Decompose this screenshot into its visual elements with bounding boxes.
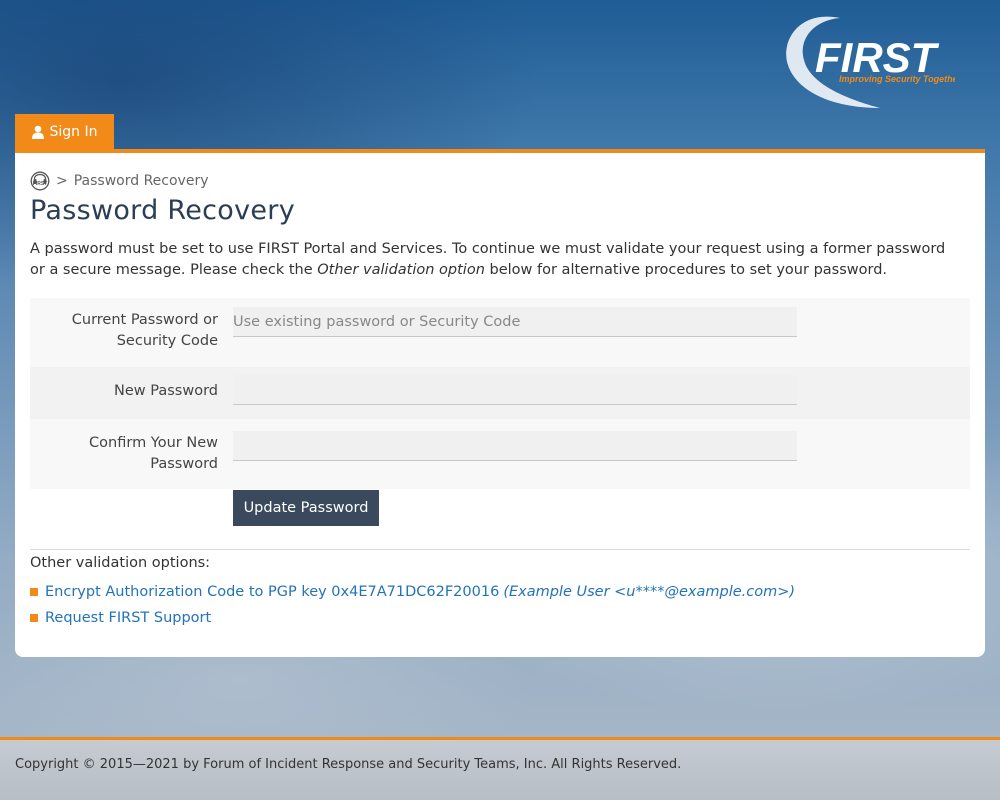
bullet-icon [30,614,38,622]
current-password-label: Current Password or Security Code [71,312,218,349]
breadcrumb: FIRST > Password Recovery [30,171,209,191]
breadcrumb-current: Password Recovery [73,173,209,189]
copyright-text: Copyright © 2015—2021 by Forum of Incide… [15,757,682,772]
intro-emphasis: Other validation option [317,262,485,278]
main-panel: FIRST > Password Recovery Password Recov… [15,153,985,657]
bullet-icon [30,588,38,596]
sign-in-label: Sign In [49,124,98,140]
intro-part2: below for alternative procedures to set … [484,262,888,278]
first-logo[interactable]: FIRST Improving Security Together [780,10,962,112]
page-title: Password Recovery [30,195,295,226]
home-icon[interactable]: FIRST [30,171,50,191]
other-options-list: Encrypt Authorization Code to PGP key 0x… [30,579,795,631]
footer: Copyright © 2015—2021 by Forum of Incide… [0,740,1000,800]
breadcrumb-separator: > [56,173,68,189]
request-support-link[interactable]: Request FIRST Support [45,610,211,626]
list-item: Request FIRST Support [30,605,795,631]
section-divider [30,549,970,550]
confirm-password-row: Confirm Your New Password [30,419,970,489]
list-item: Encrypt Authorization Code to PGP key 0x… [30,579,795,605]
intro-text: A password must be set to use FIRST Port… [30,239,960,281]
svg-text:FIRST: FIRST [33,181,47,187]
current-password-row: Current Password or Security Code [30,298,970,367]
update-password-button[interactable]: Update Password [233,490,379,526]
logo-tagline: Improving Security Together [839,74,955,84]
pgp-encrypt-link[interactable]: Encrypt Authorization Code to PGP key 0x… [45,584,499,600]
current-password-input[interactable] [233,307,797,337]
confirm-password-label: Confirm Your New Password [89,435,218,472]
other-options-title: Other validation options: [30,555,211,571]
new-password-input[interactable] [233,375,797,405]
user-icon [31,125,44,139]
sign-in-tab[interactable]: Sign In [15,114,114,150]
pgp-key-example: (Example User <u****@example.com>) [503,584,796,600]
confirm-password-input[interactable] [233,431,797,461]
new-password-label: New Password [114,383,218,399]
new-password-row: New Password [30,367,970,419]
